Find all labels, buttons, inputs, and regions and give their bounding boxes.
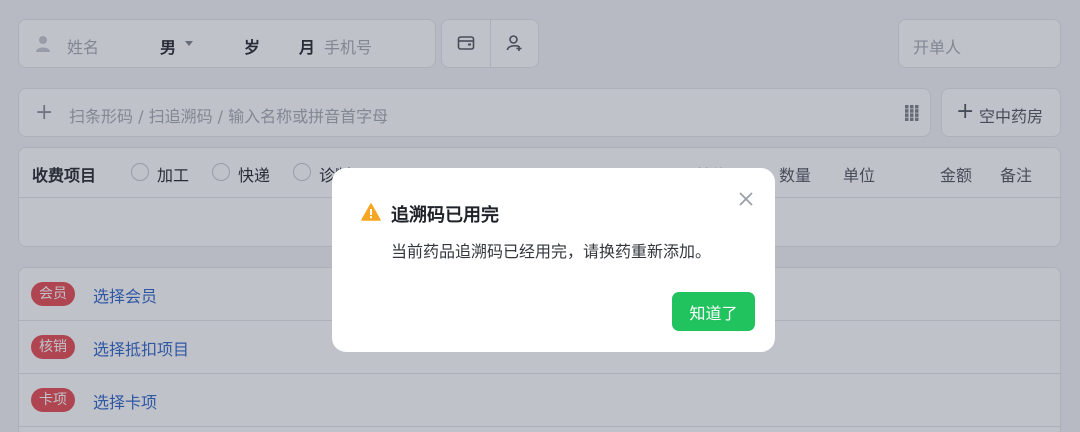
- dialog-message: 当前药品追溯码已经用完，请换药重新添加。: [391, 242, 712, 261]
- close-icon[interactable]: [736, 189, 756, 209]
- ok-button[interactable]: 知道了: [672, 292, 755, 331]
- dialog-title: 追溯码已用完: [391, 205, 499, 226]
- warning-icon: [361, 203, 381, 221]
- trace-code-dialog: 追溯码已用完 当前药品追溯码已经用完，请换药重新添加。 知道了: [332, 168, 775, 352]
